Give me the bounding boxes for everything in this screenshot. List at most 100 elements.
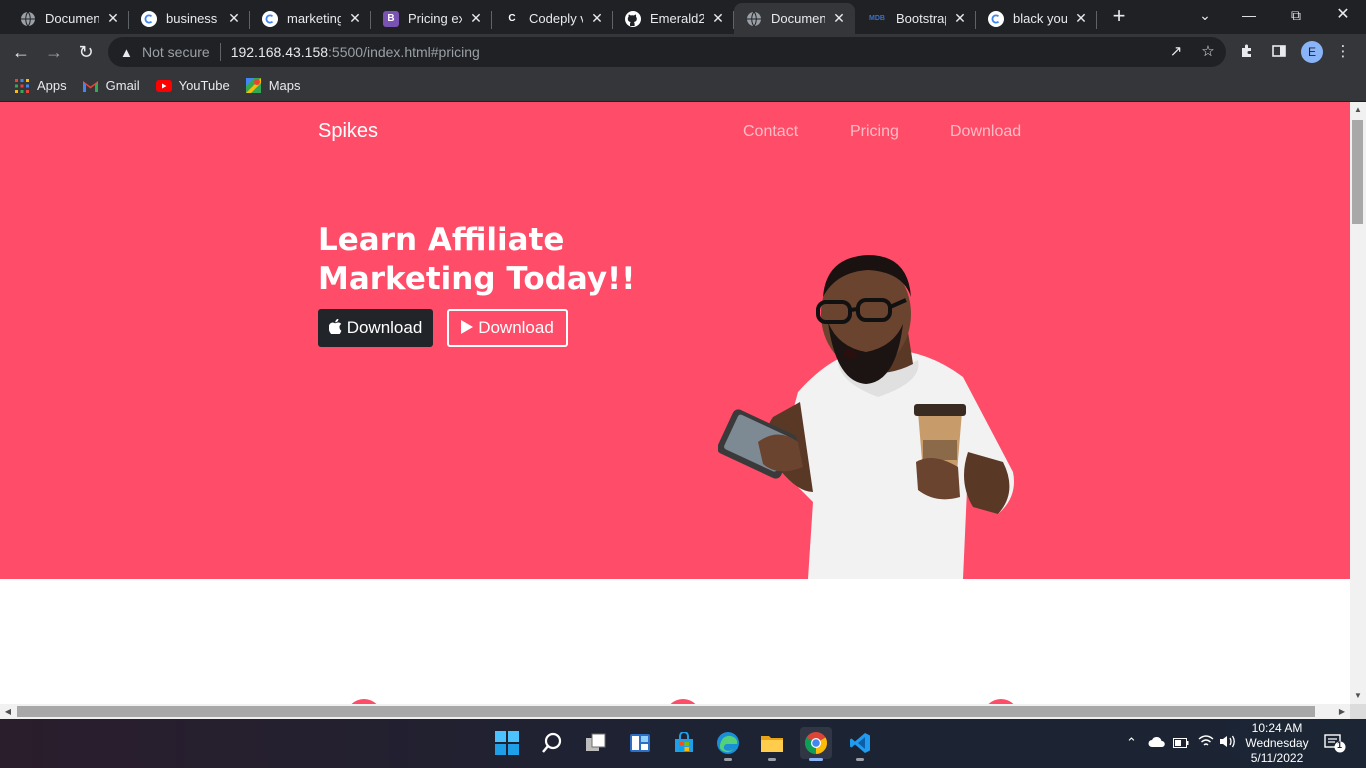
extensions-puzzle-icon[interactable] — [1238, 43, 1256, 61]
tab-close-icon[interactable]: ✕ — [1073, 10, 1089, 27]
vertical-scrollbar[interactable]: ▲ ▼ — [1350, 102, 1366, 704]
play-download-label: Download — [478, 318, 554, 337]
apple-download-label: Download — [346, 318, 423, 337]
reload-icon[interactable]: ↻ — [74, 40, 98, 64]
edge-button[interactable] — [712, 727, 744, 761]
globe-icon — [746, 11, 762, 27]
url-host: 192.168.43.158 — [230, 44, 329, 60]
codeply-icon: C — [504, 10, 520, 27]
browser-tab[interactable]: business in ✕ — [129, 3, 250, 34]
file-explorer-button[interactable] — [756, 727, 788, 761]
menu-kebab-icon[interactable]: ⋮ — [1334, 43, 1352, 61]
address-bar[interactable]: ▲ Not secure 192.168.43.158:5500/index.h… — [108, 37, 1226, 67]
notification-center-button[interactable]: 1 — [1324, 733, 1346, 753]
hero-headline: Learn Affiliate Marketing Today!! — [318, 221, 698, 299]
wifi-icon[interactable] — [1198, 735, 1214, 751]
tab-close-icon[interactable]: ✕ — [831, 10, 847, 27]
restore-icon[interactable]: ⧉ — [1285, 4, 1307, 26]
battery-icon[interactable] — [1173, 735, 1189, 751]
side-panel-icon[interactable] — [1270, 43, 1288, 61]
google-icon — [988, 10, 1004, 27]
browser-tab[interactable]: MDB Bootstrap ✕ — [855, 3, 976, 34]
bookmark-star-icon[interactable]: ☆ — [1199, 43, 1217, 61]
minimize-icon[interactable]: — — [1238, 4, 1260, 26]
tab-close-icon[interactable]: ✕ — [226, 10, 242, 27]
gmail-icon — [83, 78, 99, 94]
hero-section: Spikes Contact Pricing Download Learn Af… — [0, 102, 1350, 579]
scroll-left-arrow-icon[interactable]: ◀ — [0, 704, 16, 719]
tab-close-icon[interactable]: ✕ — [105, 10, 121, 27]
address-divider — [219, 43, 221, 61]
tab-title: marketing — [287, 11, 341, 26]
tab-close-icon[interactable]: ✕ — [952, 10, 968, 27]
share-icon[interactable]: ↗ — [1167, 43, 1185, 61]
tab-close-icon[interactable]: ✕ — [710, 10, 726, 27]
task-view-button[interactable] — [580, 727, 612, 759]
browser-toolbar: ← → ↻ ▲ Not secure 192.168.43.158:5500/i… — [0, 34, 1366, 70]
browser-tab[interactable]: Document ✕ — [734, 3, 855, 34]
vscode-button[interactable] — [844, 727, 876, 761]
running-indicator — [856, 758, 864, 761]
notification-count: 1 — [1337, 740, 1343, 750]
widgets-button[interactable] — [624, 727, 656, 759]
bookmark-gmail[interactable]: Gmail — [83, 78, 140, 94]
browser-tab[interactable]: marketing ✕ — [250, 3, 371, 34]
search-icon — [542, 732, 562, 753]
tab-close-icon[interactable]: ✕ — [468, 10, 484, 27]
bookmark-label: YouTube — [178, 78, 230, 93]
forward-arrow-icon[interactable]: → — [42, 40, 66, 64]
running-indicator — [809, 758, 823, 761]
close-window-icon[interactable]: ✕ — [1332, 4, 1354, 26]
scroll-down-arrow-icon[interactable]: ▼ — [1350, 688, 1366, 704]
start-button[interactable] — [491, 727, 523, 759]
tab-title: Pricing exa — [408, 11, 462, 26]
tab-separator — [1096, 11, 1097, 29]
play-download-button[interactable]: Download — [447, 309, 568, 347]
hero-person-image — [718, 255, 1014, 579]
volume-icon[interactable] — [1219, 735, 1237, 751]
chrome-button[interactable] — [800, 727, 832, 761]
folder-icon — [761, 736, 783, 752]
horizontal-scrollbar[interactable]: ◀ ▶ — [0, 704, 1350, 719]
onedrive-cloud-icon[interactable] — [1148, 735, 1166, 751]
new-tab-button[interactable]: + — [1108, 5, 1130, 28]
tab-search-icon[interactable]: ⌄ — [1194, 4, 1216, 26]
bookmark-maps[interactable]: Maps — [246, 78, 300, 94]
browser-tab[interactable]: B Pricing exa ✕ — [371, 3, 492, 34]
widgets-icon — [630, 734, 650, 752]
back-arrow-icon[interactable]: ← — [9, 40, 33, 64]
bookmark-label: Gmail — [105, 78, 140, 93]
clock-date: 5/11/2022 — [1250, 751, 1304, 765]
tab-close-icon[interactable]: ✕ — [589, 10, 605, 27]
bookmark-apps[interactable]: Apps — [14, 78, 67, 94]
running-indicator — [724, 758, 732, 761]
clock-time: 10:24 AM — [1251, 721, 1303, 735]
browser-tab[interactable]: black youth ✕ — [976, 3, 1097, 34]
tray-chevron-up-icon[interactable]: ⌃ — [1126, 735, 1137, 751]
tab-close-icon[interactable]: ✕ — [347, 10, 363, 27]
google-icon — [141, 10, 157, 27]
scroll-right-arrow-icon[interactable]: ▶ — [1334, 704, 1350, 719]
vscode-icon — [850, 733, 870, 753]
taskbar-clock[interactable]: 10:24 AM Wednesday 5/11/2022 — [1240, 721, 1314, 766]
nav-contact[interactable]: Contact — [743, 123, 798, 141]
tab-title: business in — [166, 11, 220, 26]
search-button[interactable] — [536, 727, 568, 759]
store-button[interactable] — [668, 727, 700, 759]
apple-download-button[interactable]: Download — [318, 309, 433, 347]
nav-pricing[interactable]: Pricing — [850, 123, 899, 141]
nav-download[interactable]: Download — [950, 123, 1021, 141]
vertical-scroll-thumb[interactable] — [1352, 120, 1363, 224]
bookmark-youtube[interactable]: YouTube — [155, 78, 230, 94]
site-brand[interactable]: Spikes — [318, 120, 378, 143]
horizontal-scroll-thumb[interactable] — [17, 706, 1315, 717]
scroll-up-arrow-icon[interactable]: ▲ — [1350, 102, 1366, 118]
browser-tab[interactable]: Emerald21 ✕ — [613, 3, 734, 34]
browser-tab[interactable]: C Codeply v2 ✕ — [492, 3, 613, 34]
tab-strip: Document ✕ business in ✕ marketing ✕ B Pricing … — [0, 0, 1366, 34]
profile-avatar[interactable]: E — [1301, 41, 1323, 63]
tab-title: Codeply v2 — [529, 11, 583, 26]
play-icon — [461, 319, 474, 337]
chrome-icon — [805, 732, 827, 754]
browser-tab[interactable]: Document ✕ — [8, 3, 129, 34]
